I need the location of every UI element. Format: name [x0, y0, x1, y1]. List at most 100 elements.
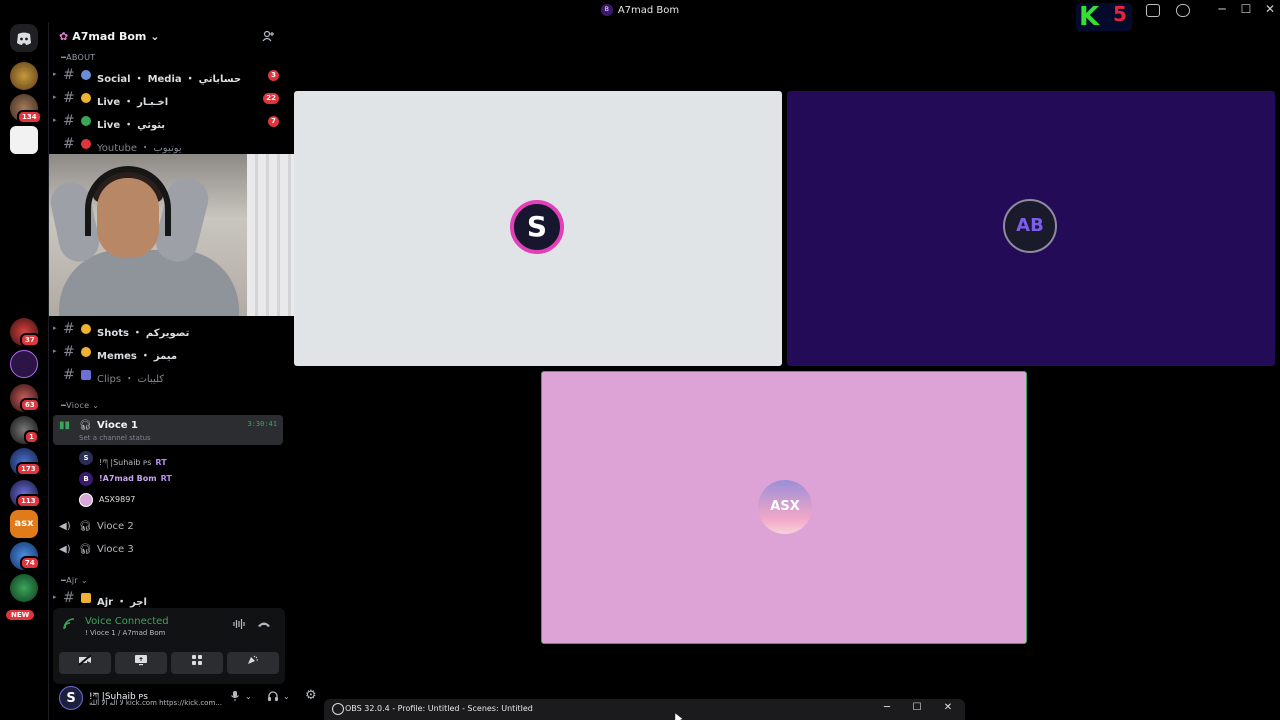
inbox-icon[interactable]	[1146, 4, 1160, 17]
add-member-icon[interactable]	[262, 30, 274, 45]
voice-member[interactable]: S !ཀ |Suhaib ᴘs RT	[79, 449, 279, 467]
chevron-down-icon[interactable]: ⌄	[283, 692, 290, 701]
user-panel: S !ཀ |Suhaib ᴘs لا اله الا الله kick.com…	[53, 684, 317, 720]
headphones-icon: 🎧︎	[79, 420, 92, 431]
obs-window-bar[interactable]: OBS 32.0.4 - Profile: Untitled - Scenes:…	[324, 699, 965, 720]
custom-status: لا اله الا الله kick.com https://kick.co…	[89, 699, 222, 707]
chevron-down-icon: ⌄	[150, 30, 160, 43]
category-ajr[interactable]: ━Ajr ⌄	[61, 576, 88, 585]
mention-badge: 134	[17, 110, 42, 124]
maximize-button[interactable]: ☐	[1234, 2, 1258, 16]
hash-icon: #	[63, 136, 75, 152]
collapse-icon: ▸	[53, 70, 57, 78]
avatar: AB	[1003, 199, 1057, 253]
speaker-icon: ◀)	[59, 521, 71, 532]
collapse-icon: ▸	[53, 347, 57, 355]
mention-badge: 113	[16, 494, 41, 508]
voice-member[interactable]: ASX9897	[79, 491, 279, 509]
asx-server-icon[interactable]: asx	[10, 510, 38, 538]
collapse-icon: ▸	[53, 324, 57, 332]
unread-count: 3	[268, 70, 279, 81]
signal-icon[interactable]	[63, 618, 75, 633]
channel-emoji-icon	[81, 70, 91, 80]
speaker-icon: ▮▮	[59, 420, 71, 431]
mention-badge: 74	[20, 556, 40, 570]
channel-sidebar: ✿ A7mad Bom ⌄ ━ABOUT ▸ # Social ・ Media ・…	[48, 22, 337, 720]
video-tile-a7mad[interactable]: AB	[787, 91, 1275, 366]
video-tile-asx[interactable]: ASX	[541, 371, 1027, 644]
discord-home-icon[interactable]	[10, 24, 38, 52]
channel-emoji-icon	[81, 593, 91, 603]
obs-close-button[interactable]: ✕	[938, 702, 958, 713]
server-icon[interactable]	[10, 574, 38, 602]
obs-maximize-button[interactable]: ☐	[907, 702, 927, 713]
voice-member[interactable]: B !A7mad Bom RT	[79, 470, 279, 488]
hash-icon: #	[63, 113, 75, 129]
bell-icon	[81, 93, 91, 103]
red-circle-icon	[81, 139, 91, 149]
flower-icon: ✿	[59, 30, 69, 43]
disconnect-icon[interactable]	[257, 618, 271, 633]
headset-icon[interactable]	[267, 690, 279, 705]
server-icon[interactable]	[10, 350, 38, 378]
mention-badge: 63	[20, 398, 40, 412]
headphones-icon: 🎧︎	[79, 544, 92, 555]
avatar[interactable]: S	[59, 686, 83, 710]
soundboard-button[interactable]	[227, 652, 279, 674]
voice-channel-vioce-3[interactable]: ◀) 🎧︎ Vioce 3	[53, 539, 283, 561]
obs-window-title: OBS 32.0.4 - Profile: Untitled - Scenes:…	[345, 704, 533, 713]
title-bar: B A7mad Bom K 5 ─ ☐ ✕	[0, 0, 1280, 32]
collapse-icon: ▸	[53, 116, 57, 124]
server-rail: 134 37 63 1 173 113 asx 74 NEW	[0, 22, 48, 720]
channel-live-news[interactable]: ▸ # Live ・ اخـبـار 22	[53, 89, 283, 109]
headphones-icon: 🎧︎	[79, 521, 92, 532]
mention-badge: 1	[24, 430, 39, 444]
help-icon[interactable]	[1176, 4, 1190, 17]
channel-ajr[interactable]: ▸ # Ajr ・ اجر	[53, 589, 283, 609]
obs-icon	[332, 703, 344, 715]
channel-status[interactable]: Set a channel status	[79, 434, 151, 442]
voice-channel-vioce-1[interactable]: ▮▮ 🎧︎ Vioce 1 3:30:41 Set a channel stat…	[53, 415, 283, 445]
channel-emoji-icon	[81, 347, 91, 357]
minimize-button[interactable]: ─	[1210, 2, 1234, 16]
category-vioce[interactable]: ━Vioce ⌄	[61, 401, 99, 410]
collapse-icon: ▸	[53, 593, 57, 601]
channel-shots[interactable]: ▸ # Shots ・ تصويركم	[53, 320, 283, 340]
channel-clips[interactable]: # Clips ・ كليبات	[53, 366, 283, 386]
unread-count: 22	[263, 93, 279, 104]
noise-suppression-icon[interactable]	[233, 618, 245, 633]
video-tile-suhaib[interactable]: S	[294, 91, 782, 366]
voice-connected-panel: Voice Connected ! Vioce 1 / A7mad Bom	[53, 608, 285, 684]
voice-timer: 3:30:41	[247, 420, 277, 428]
server-icon[interactable]	[10, 126, 38, 154]
avatar: S	[510, 200, 564, 254]
channel-emoji-icon	[81, 370, 91, 380]
channel-youtube[interactable]: # Youtube ・ يوتيوب	[53, 135, 283, 155]
gear-icon[interactable]: ⚙	[305, 688, 317, 703]
green-circle-icon	[81, 116, 91, 126]
camera-off-button[interactable]	[59, 652, 111, 674]
avatar: ASX	[758, 480, 812, 534]
avatar	[79, 493, 93, 507]
chevron-down-icon[interactable]: ⌄	[245, 692, 252, 701]
mention-badge: 37	[20, 333, 40, 347]
hash-icon: #	[63, 344, 75, 360]
channel-live-streams[interactable]: ▸ # Live ・ بثوثي 7	[53, 112, 283, 132]
activities-button[interactable]	[171, 652, 223, 674]
voice-channel-vioce-2[interactable]: ◀) 🎧︎ Vioce 2	[53, 516, 283, 538]
channel-memes[interactable]: ▸ # Memes ・ ميمز	[53, 343, 283, 363]
avatar: B	[79, 472, 93, 486]
hash-icon: #	[63, 367, 75, 383]
obs-minimize-button[interactable]: ─	[877, 702, 897, 713]
server-name-dropdown[interactable]: ✿ A7mad Bom ⌄	[59, 30, 159, 43]
hash-icon: #	[63, 67, 75, 83]
close-button[interactable]: ✕	[1258, 2, 1280, 16]
category-about[interactable]: ━ABOUT	[61, 53, 95, 62]
voice-status[interactable]: Voice Connected	[85, 616, 169, 627]
voice-location[interactable]: ! Vioce 1 / A7mad Bom	[85, 629, 165, 637]
server-badge-icon: B	[600, 4, 613, 16]
channel-social-media[interactable]: ▸ # Social ・ Media ・ حساباتي 3	[53, 66, 283, 86]
share-screen-button[interactable]	[115, 652, 167, 674]
server-icon[interactable]	[10, 62, 38, 90]
microphone-icon[interactable]	[229, 690, 241, 705]
